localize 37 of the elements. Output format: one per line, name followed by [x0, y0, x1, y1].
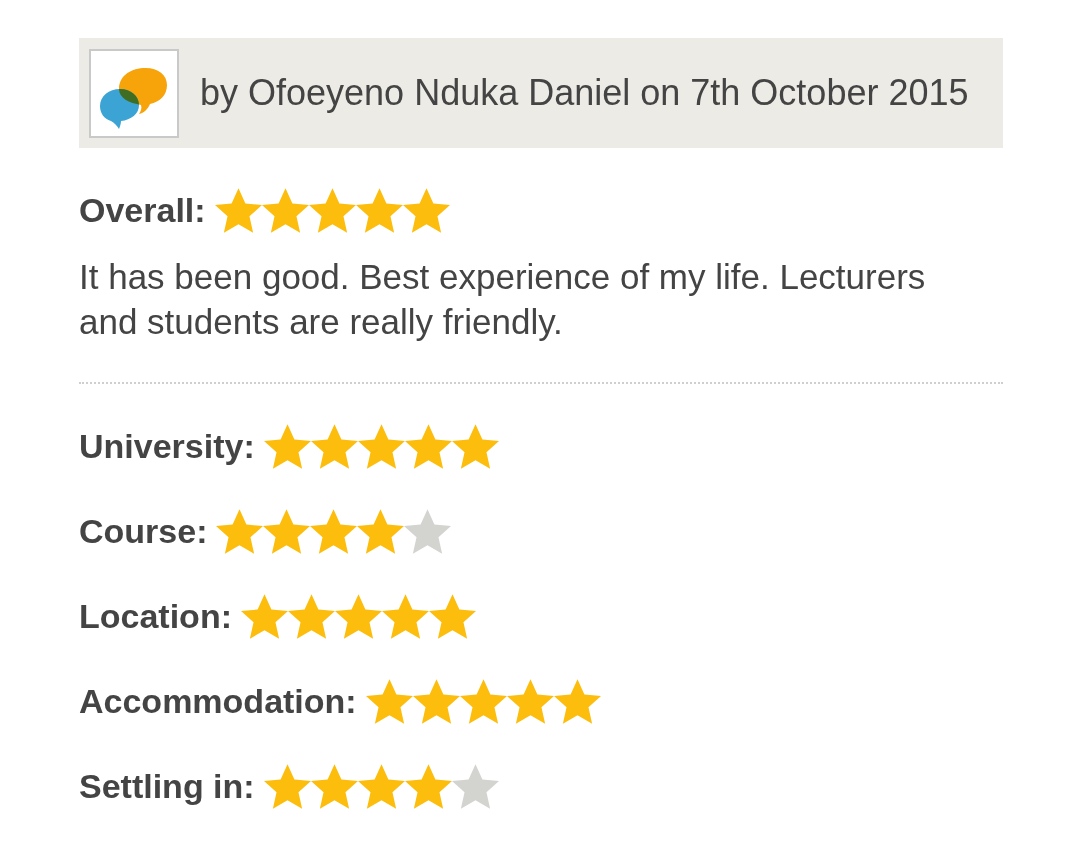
review-author-date: by Ofoeyeno Nduka Daniel on 7th October 2015 — [200, 71, 969, 115]
filled-star-icon — [308, 187, 356, 233]
filled-star-icon — [357, 423, 405, 469]
rating-label: Accommodation: — [79, 680, 357, 722]
filled-star-icon — [506, 678, 554, 724]
rating-label: Overall: — [79, 189, 206, 231]
speech-bubbles-icon — [89, 48, 179, 138]
filled-star-icon — [261, 187, 309, 233]
filled-star-icon — [459, 678, 507, 724]
filled-star-icon — [365, 678, 413, 724]
filled-star-icon — [357, 763, 405, 809]
filled-star-icon — [214, 187, 262, 233]
rating-label: Location: — [79, 595, 232, 637]
filled-star-icon — [404, 763, 452, 809]
filled-star-icon — [451, 423, 499, 469]
filled-star-icon — [357, 508, 405, 554]
rating-label: Course: — [79, 510, 208, 552]
filled-star-icon — [429, 593, 476, 639]
filled-star-icon — [310, 508, 358, 554]
filled-star-icon — [404, 423, 452, 469]
rating-label: Settling in: — [79, 765, 255, 807]
filled-star-icon — [553, 678, 601, 724]
filled-star-icon — [382, 593, 429, 639]
filled-star-icon — [241, 593, 288, 639]
filled-star-icon — [263, 508, 311, 554]
filled-star-icon — [263, 763, 311, 809]
review-comment: It has been good. Best experience of my life. Lecturers and students are really friendly. — [79, 256, 927, 343]
filled-star-icon — [288, 593, 335, 639]
filled-star-icon — [402, 187, 450, 233]
filled-star-icon — [335, 593, 382, 639]
rating-label: University: — [79, 425, 255, 467]
filled-star-icon — [263, 423, 311, 469]
filled-star-icon — [310, 423, 358, 469]
filled-star-icon — [310, 763, 358, 809]
filled-star-icon — [216, 508, 264, 554]
filled-star-icon — [355, 187, 403, 233]
filled-star-icon — [412, 678, 460, 724]
